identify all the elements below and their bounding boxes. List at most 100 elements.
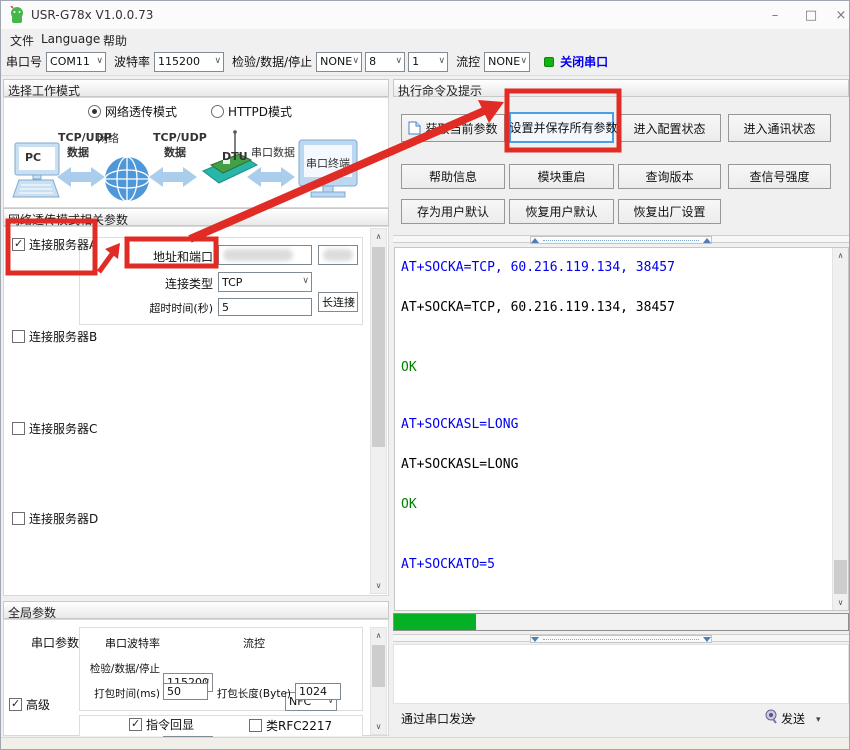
chevron-down-icon: ∨ — [353, 56, 360, 66]
progress-bar — [393, 613, 849, 631]
enter-config-button[interactable]: 进入配置状态 — [618, 114, 721, 142]
send-input-area[interactable] — [393, 644, 849, 704]
echo-checkbox[interactable] — [129, 718, 142, 731]
stopbits-select[interactable]: 1 ∨ — [408, 52, 448, 72]
serial-params-label: 串口参数 — [31, 636, 79, 650]
network-label: 网络 — [97, 130, 119, 146]
httpd-mode-label: HTTPD模式 — [228, 105, 292, 119]
query-signal-button[interactable]: 查信号强度 — [728, 164, 831, 189]
g-baud-label: 串口波特率 — [96, 637, 160, 651]
app-icon — [9, 6, 25, 24]
chevron-down-icon[interactable]: ▾ — [471, 713, 476, 727]
serial-data-label: 串口数据 — [251, 144, 295, 160]
keepalive-select[interactable]: 长连接 ∨ — [318, 292, 358, 312]
splitter-handle[interactable] — [530, 635, 712, 643]
conn-type-value: TCP — [222, 276, 242, 289]
serial-terminal-label: 串口终端 — [306, 155, 350, 171]
scroll-up-icon[interactable]: ∧ — [371, 229, 386, 244]
rfc2217-checkbox[interactable] — [249, 719, 262, 732]
scrollbar-thumb[interactable] — [372, 247, 385, 447]
data-label-1: 数据 — [67, 144, 89, 160]
server-d-checkbox[interactable] — [12, 512, 25, 525]
scrollbar-thumb[interactable] — [834, 560, 847, 594]
module-restart-button[interactable]: 模块重启 — [509, 164, 614, 189]
send-via-serial-dropdown[interactable]: 通过串口发送 — [401, 712, 473, 726]
log-line: AT+SOCKASL=LONG — [401, 457, 518, 472]
chevron-down-icon: ∨ — [521, 56, 528, 66]
get-params-button[interactable]: 获取当前参数 — [401, 114, 505, 142]
scroll-down-icon[interactable]: ∨ — [371, 578, 386, 593]
pack-time-input[interactable]: 50 — [163, 683, 208, 700]
log-scrollbar[interactable]: ∧ ∨ — [832, 248, 848, 610]
app-window: USR-G78x V1.0.0.73 – □ × 文件 Language 帮助 … — [0, 0, 850, 750]
server-c-checkbox[interactable] — [12, 422, 25, 435]
restore-user-default-button[interactable]: 恢复用户默认 — [509, 199, 614, 224]
collapse-up-icon[interactable] — [703, 238, 711, 243]
port-open-status-icon — [544, 57, 554, 67]
parity-data-stop-label: 检验/数据/停止 — [232, 53, 312, 70]
flow-select[interactable]: NONE ∨ — [484, 52, 530, 72]
port-value: COM11 — [50, 55, 90, 68]
query-version-button[interactable]: 查询版本 — [618, 164, 721, 189]
save-all-params-label: 设置并保存所有参数 — [510, 119, 618, 136]
dtu-label: DTU — [222, 150, 248, 163]
echo-label: 指令回显 — [146, 718, 194, 732]
advanced-checkbox[interactable] — [9, 698, 22, 711]
enter-comm-button[interactable]: 进入通讯状态 — [728, 114, 831, 142]
scroll-up-icon[interactable]: ∧ — [371, 628, 386, 643]
maximize-button[interactable]: □ — [795, 1, 827, 29]
save-all-params-button[interactable]: 设置并保存所有参数 — [509, 112, 614, 143]
collapse-down-icon[interactable] — [531, 637, 539, 642]
scroll-down-icon[interactable]: ∨ — [371, 719, 386, 734]
scroll-up-icon[interactable]: ∧ — [833, 248, 848, 263]
document-icon — [408, 121, 421, 135]
scrollbar-thumb[interactable] — [372, 645, 385, 687]
pc-label: PC — [25, 151, 41, 164]
port-input[interactable] — [318, 245, 358, 265]
close-serial-port-button[interactable]: 关闭串口 — [560, 53, 608, 70]
factory-reset-button[interactable]: 恢复出厂设置 — [618, 199, 721, 224]
chevron-down-icon: ∨ — [439, 56, 446, 66]
save-user-default-button[interactable]: 存为用户默认 — [401, 199, 505, 224]
progress-fill — [394, 614, 476, 630]
radio-httpd-mode[interactable] — [211, 105, 224, 118]
rfc2217-label: 类RFC2217 — [266, 719, 332, 733]
baud-select[interactable]: 115200 ∨ — [154, 52, 224, 72]
timeout-value: 5 — [222, 301, 229, 314]
server-a-checkbox[interactable] — [12, 238, 25, 251]
help-info-button[interactable]: 帮助信息 — [401, 164, 505, 189]
send-icon — [764, 709, 778, 724]
log-output[interactable]: AT+SOCKA=TCP, 60.216.119.134, 38457AT+SO… — [394, 247, 849, 611]
restore-user-default-label: 恢复用户默认 — [525, 203, 597, 220]
splitter-dots — [543, 240, 699, 241]
collapse-up-icon[interactable] — [531, 238, 539, 243]
baud-value: 115200 — [158, 55, 200, 68]
scroll-down-icon[interactable]: ∨ — [833, 595, 848, 610]
global-params-scrollbar[interactable]: ∧ ∨ — [370, 627, 387, 735]
minimize-button[interactable]: – — [759, 1, 791, 29]
radio-transparent-mode[interactable] — [88, 105, 101, 118]
menu-bar: 文件 Language 帮助 — [1, 29, 849, 48]
close-button[interactable]: × — [825, 1, 850, 29]
collapse-down-icon[interactable] — [703, 637, 711, 642]
log-splitter[interactable] — [393, 235, 849, 243]
server-b-checkbox[interactable] — [12, 330, 25, 343]
address-input[interactable] — [218, 245, 312, 265]
conn-type-select[interactable]: TCP ∨ — [218, 272, 312, 292]
send-splitter[interactable] — [393, 634, 849, 642]
menu-language[interactable]: Language — [37, 31, 104, 47]
parity-select[interactable]: NONE ∨ — [316, 52, 362, 72]
title-bar: USR-G78x V1.0.0.73 – □ × — [1, 1, 849, 29]
timeout-input[interactable]: 5 — [218, 298, 312, 316]
net-params-scrollbar[interactable]: ∧ ∨ — [370, 228, 387, 594]
send-button[interactable]: 发送 — [781, 712, 805, 726]
flow-label: 流控 — [456, 53, 480, 70]
pack-len-input[interactable]: 1024 — [295, 683, 341, 700]
port-select[interactable]: COM11 ∨ — [46, 52, 106, 72]
flow-value: NONE — [488, 55, 520, 68]
splitter-handle[interactable] — [530, 236, 712, 244]
port-label: 串口号 — [6, 53, 42, 70]
databits-select[interactable]: 8 ∨ — [365, 52, 405, 72]
commands-header: 执行命令及提示 — [393, 79, 849, 97]
chevron-down-icon[interactable]: ▾ — [816, 713, 821, 727]
